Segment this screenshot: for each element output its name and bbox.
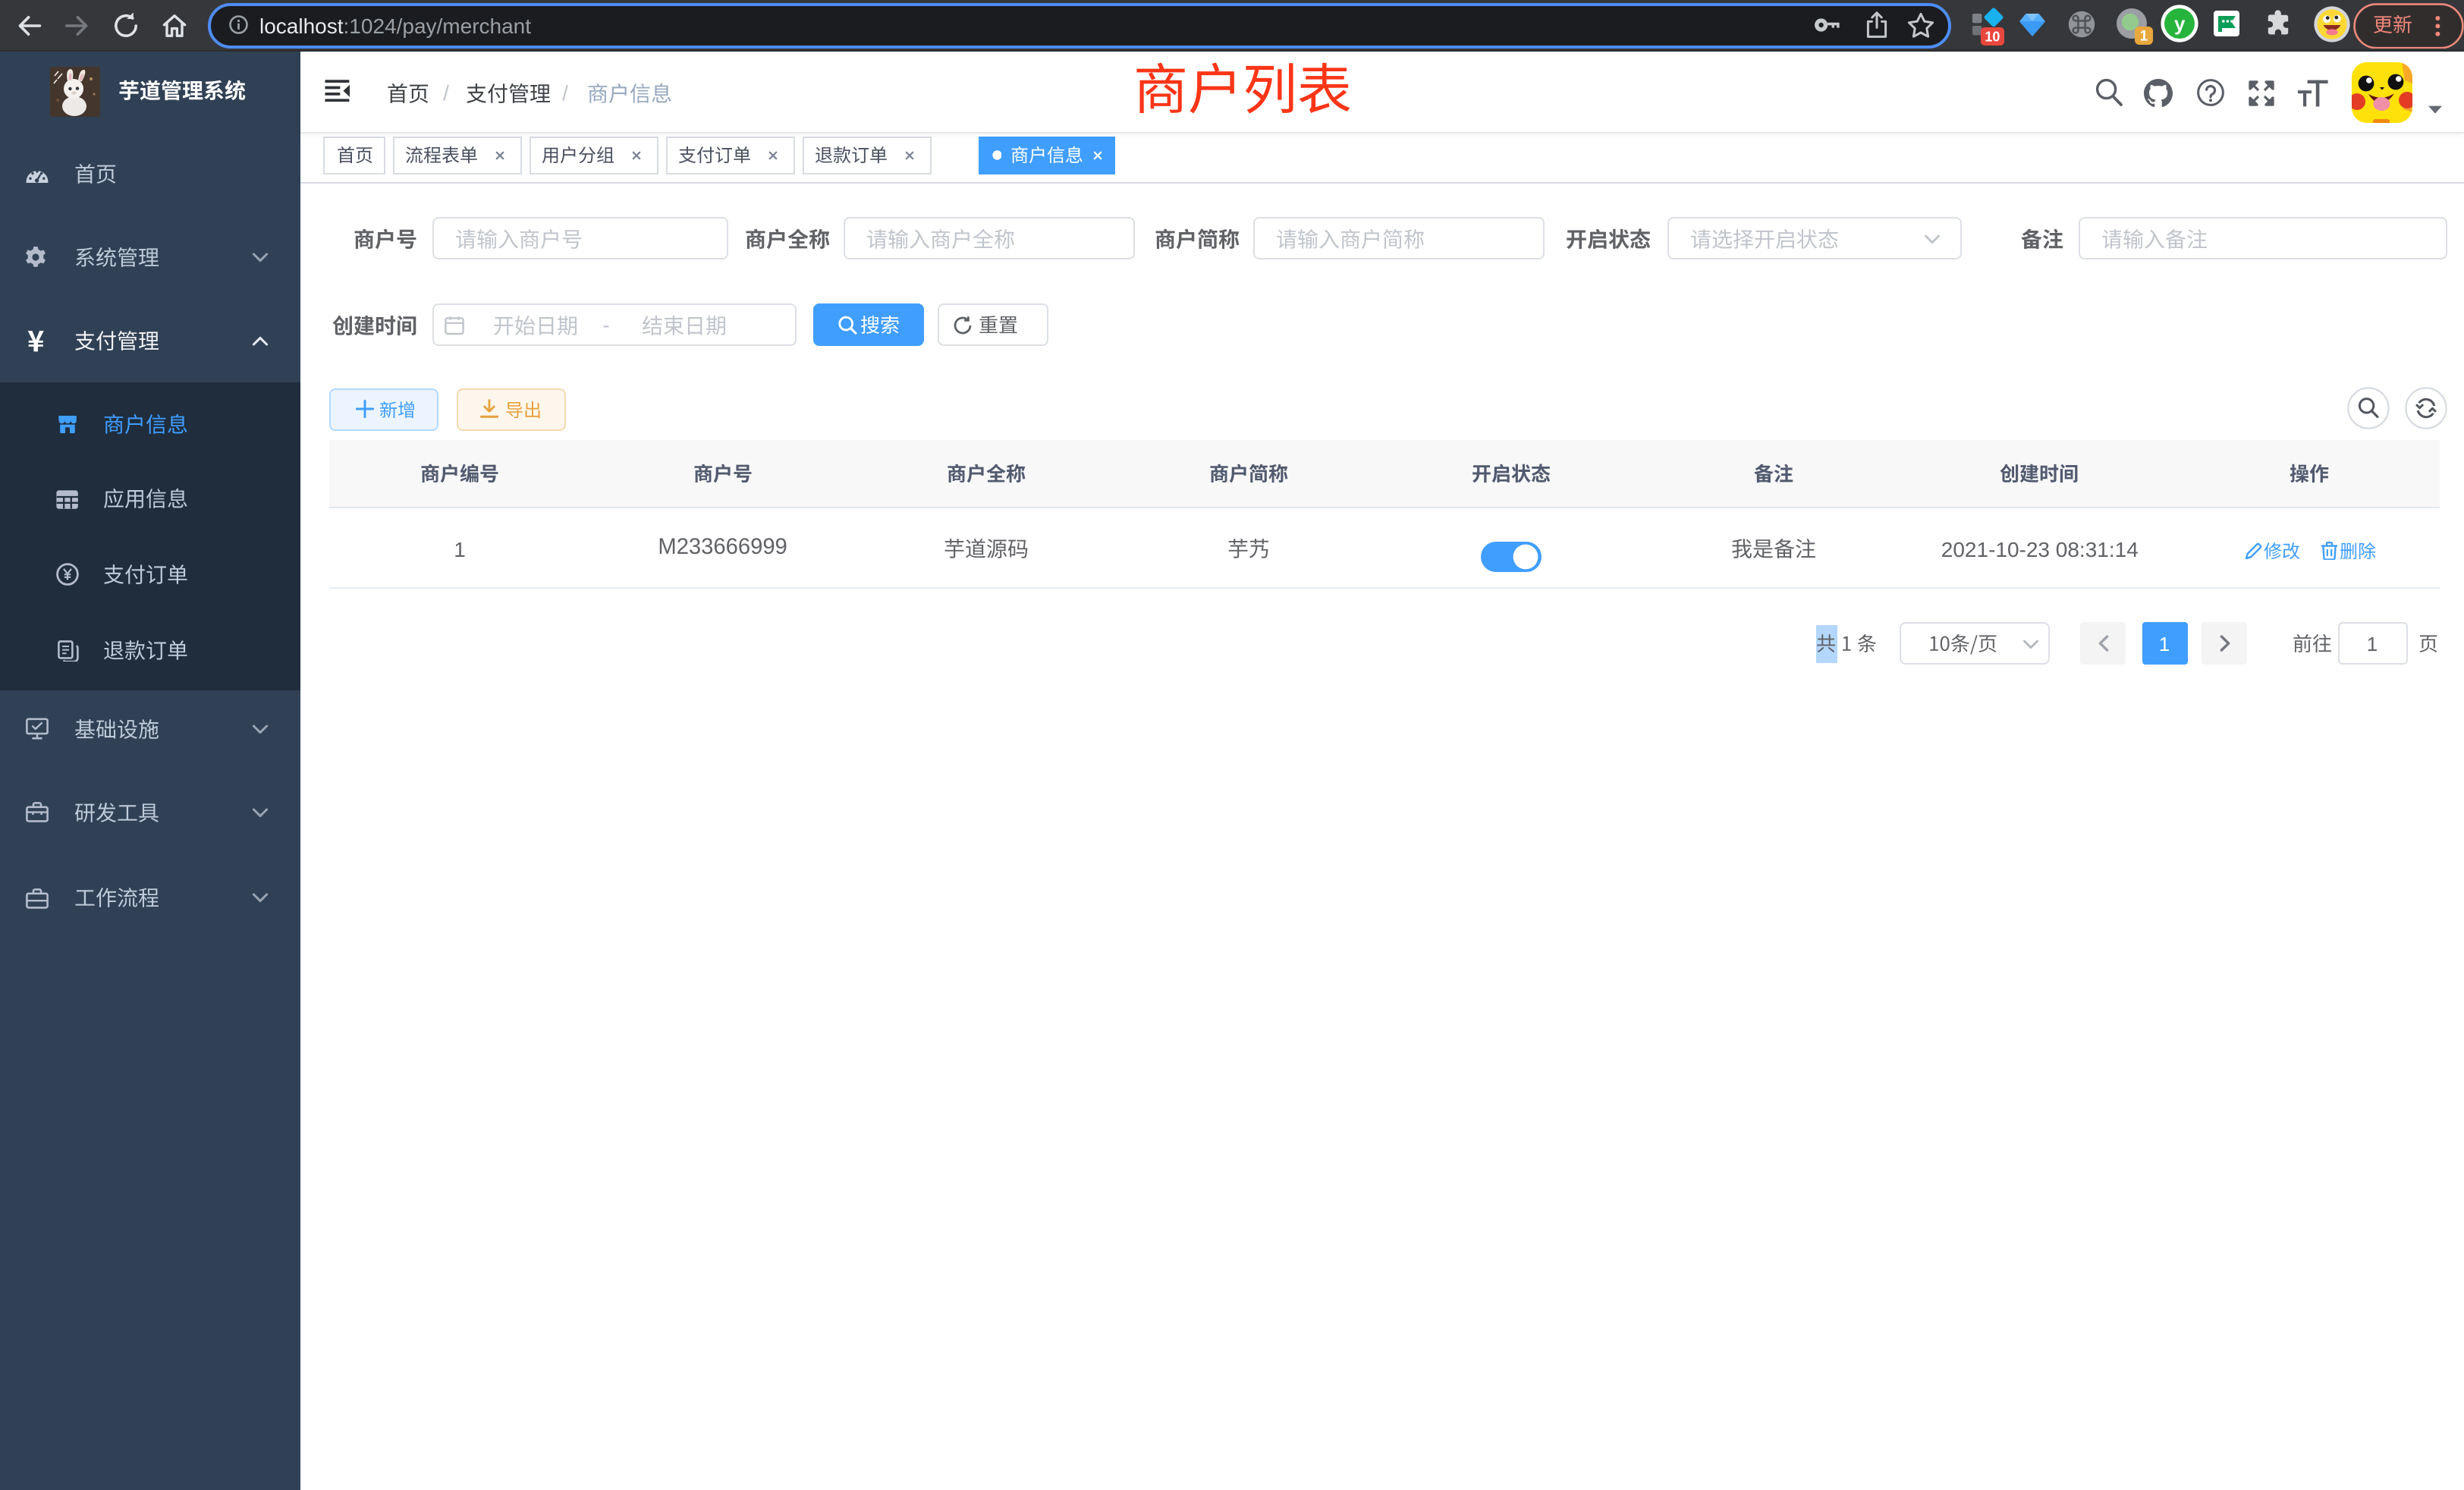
svg-text:10: 10 bbox=[1985, 30, 2000, 45]
svg-text:y: y bbox=[2173, 12, 2185, 35]
svg-text:1: 1 bbox=[2140, 29, 2148, 45]
